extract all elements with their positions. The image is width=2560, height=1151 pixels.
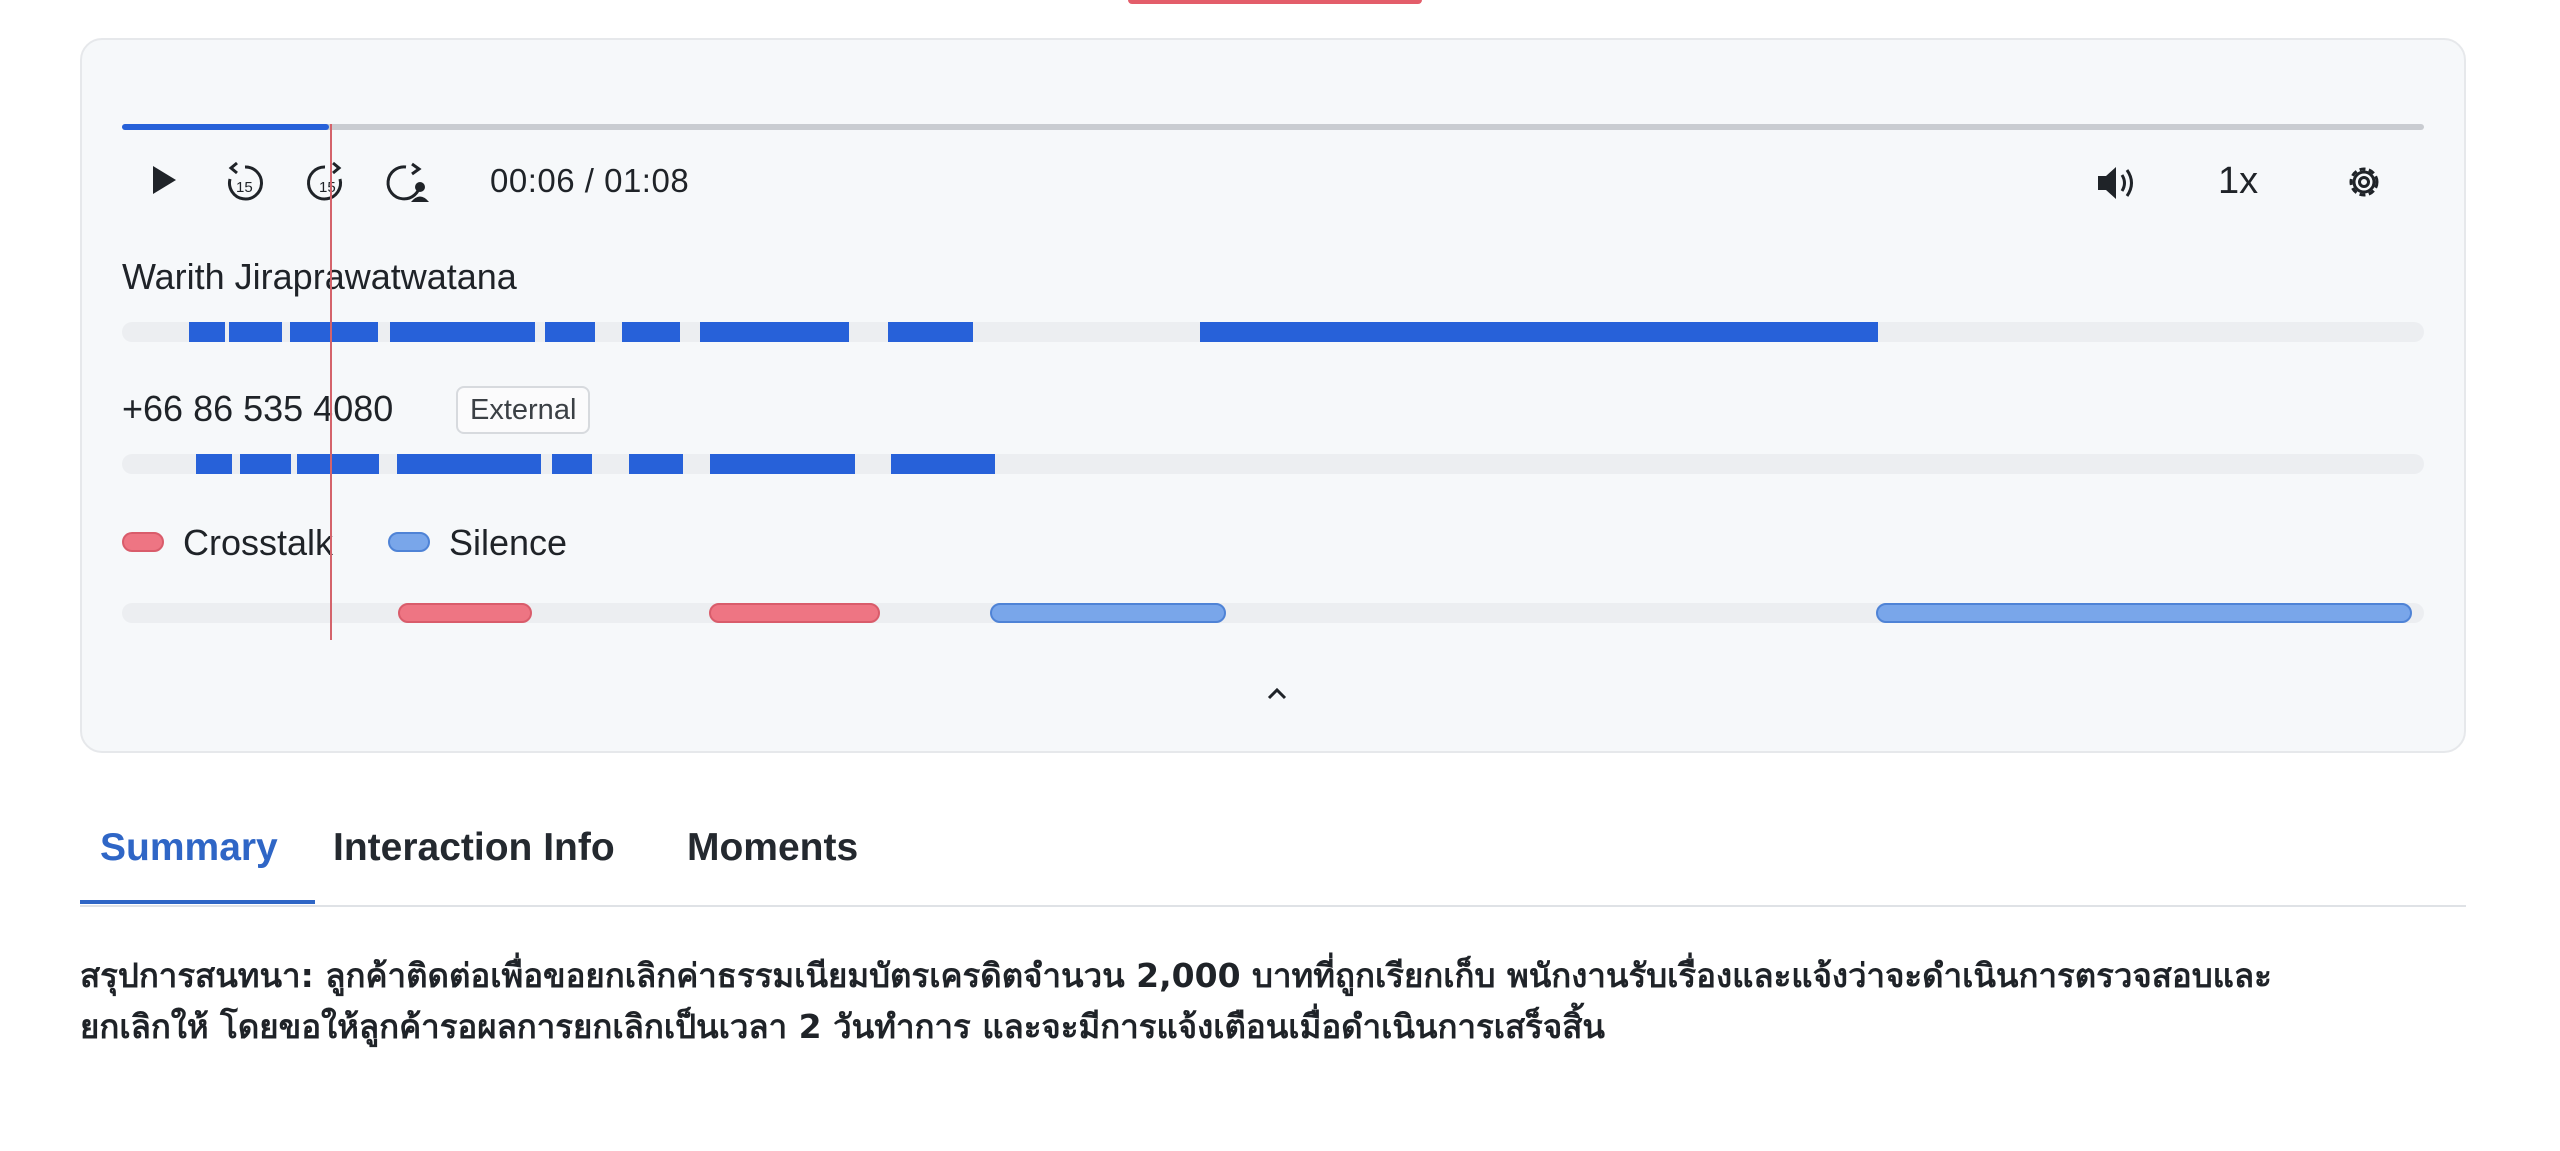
talk-segment: [290, 322, 378, 342]
playback-progress-fill: [122, 124, 330, 130]
talk-segment: [710, 454, 855, 474]
call-summary-text: สรุปการสนทนา: ลูกค้าติดต่อเพื่อขอยกเลิกค…: [80, 950, 2480, 1052]
talk-segment: [891, 454, 995, 474]
playback-progress-bar[interactable]: [122, 124, 2424, 130]
chevron-up-icon[interactable]: [1259, 676, 1295, 712]
active-tab-underline: [80, 900, 315, 904]
crosstalk-legend-swatch: [122, 532, 164, 552]
svg-text:15: 15: [319, 179, 336, 196]
forward-15-icon[interactable]: 15: [302, 160, 348, 206]
talk-segment: [622, 322, 680, 342]
skip-speaker-icon[interactable]: [384, 160, 432, 206]
silence-segment[interactable]: [1876, 603, 2412, 623]
crosstalk-segment[interactable]: [398, 603, 532, 623]
talk-segment: [196, 454, 232, 474]
summary-line: สรุปการสนทนา: ลูกค้าติดต่อเพื่อขอยกเลิกค…: [80, 956, 2272, 995]
speaker-2-talk-track[interactable]: [122, 454, 2424, 474]
talk-segment: [629, 454, 683, 474]
events-track[interactable]: [122, 603, 2424, 623]
talk-segment: [700, 322, 849, 342]
crosstalk-segment[interactable]: [709, 603, 880, 623]
playback-time: 00:06 / 01:08: [490, 162, 690, 199]
talk-segment: [1200, 322, 1878, 342]
tab-summary[interactable]: Summary: [100, 826, 278, 870]
crosstalk-legend-label: Crosstalk: [183, 522, 334, 563]
speaker-1-talk-track[interactable]: [122, 322, 2424, 342]
top-accent-bar: [1128, 0, 1422, 4]
silence-segment[interactable]: [990, 603, 1226, 623]
player-card-background: [80, 38, 2466, 753]
external-badge: External: [456, 386, 591, 434]
svg-text:15: 15: [236, 179, 253, 196]
speaker-name: Warith Jiraprawatwatana: [122, 256, 517, 297]
talk-segment: [240, 454, 291, 474]
playback-speed-button[interactable]: 1x: [2218, 160, 2258, 203]
tab-interaction-info[interactable]: Interaction Info: [333, 826, 615, 870]
gear-icon[interactable]: [2342, 160, 2386, 204]
volume-icon[interactable]: [2094, 160, 2140, 206]
play-icon[interactable]: [144, 160, 184, 200]
speaker-phone: +66 86 535 4080: [122, 388, 394, 429]
talk-segment: [552, 454, 592, 474]
talk-segment: [229, 322, 282, 342]
summary-line: ยกเลิกให้ โดยขอให้ลูกค้ารอผลการยกเลิกเป็…: [80, 1007, 1605, 1046]
silence-legend-label: Silence: [449, 522, 568, 563]
talk-segment: [397, 454, 541, 474]
talk-segment: [297, 454, 379, 474]
tab-moments[interactable]: Moments: [687, 826, 858, 870]
talk-segment: [888, 322, 973, 342]
rewind-15-icon[interactable]: 15: [222, 160, 268, 206]
talk-segment: [189, 322, 225, 342]
playhead-marker[interactable]: [330, 124, 332, 640]
talk-segment: [390, 322, 535, 342]
silence-legend-swatch: [388, 532, 430, 552]
talk-segment: [545, 322, 595, 342]
detail-tabs: Summary Interaction Info Moments: [80, 800, 2466, 907]
